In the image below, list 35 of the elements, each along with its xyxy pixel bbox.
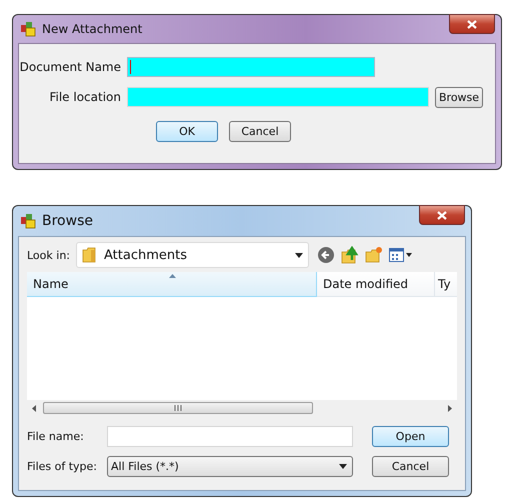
caret-icon	[295, 252, 303, 258]
grip-icon	[174, 405, 182, 411]
file-name-field[interactable]	[107, 426, 353, 446]
field-label: Files of type:	[27, 460, 98, 472]
window-title: New Attachment	[42, 22, 142, 36]
field-label: Look in:	[27, 248, 70, 262]
browse-button[interactable]: Browse	[435, 86, 484, 108]
close-button[interactable]	[449, 14, 495, 34]
file-type-dropdown[interactable]: All Files (*.*)	[107, 456, 353, 476]
app-icon	[20, 213, 36, 229]
input-field[interactable]	[127, 87, 429, 107]
dialog-button[interactable]: Cancel	[229, 121, 291, 142]
folder-up-icon[interactable]	[341, 246, 359, 264]
folder-dropdown[interactable]: Attachments	[76, 242, 309, 268]
folder-icon	[82, 247, 96, 263]
dialog-button[interactable]: Open	[372, 426, 449, 446]
view-menu-icon[interactable]	[389, 247, 413, 263]
app-icon	[20, 21, 36, 37]
close-icon	[437, 210, 447, 220]
dialog-button[interactable]: Cancel	[372, 456, 449, 476]
column-header[interactable]: Name	[27, 272, 317, 297]
field-label: Document Name	[19, 60, 121, 74]
column-header[interactable]: Date modified	[317, 272, 435, 297]
caret-icon	[339, 464, 347, 468]
scroll-right-icon[interactable]	[448, 404, 452, 412]
back-icon[interactable]	[317, 246, 335, 264]
close-icon	[467, 20, 477, 28]
close-button[interactable]	[419, 205, 465, 225]
scroll-left-icon[interactable]	[32, 404, 36, 412]
field-label: File name:	[27, 430, 85, 442]
sort-arrow-icon	[169, 274, 176, 278]
input-field[interactable]	[127, 57, 375, 77]
window-title: Browse	[42, 213, 93, 229]
dialog-button[interactable]: OK	[156, 121, 218, 142]
field-label: File location	[48, 90, 121, 104]
